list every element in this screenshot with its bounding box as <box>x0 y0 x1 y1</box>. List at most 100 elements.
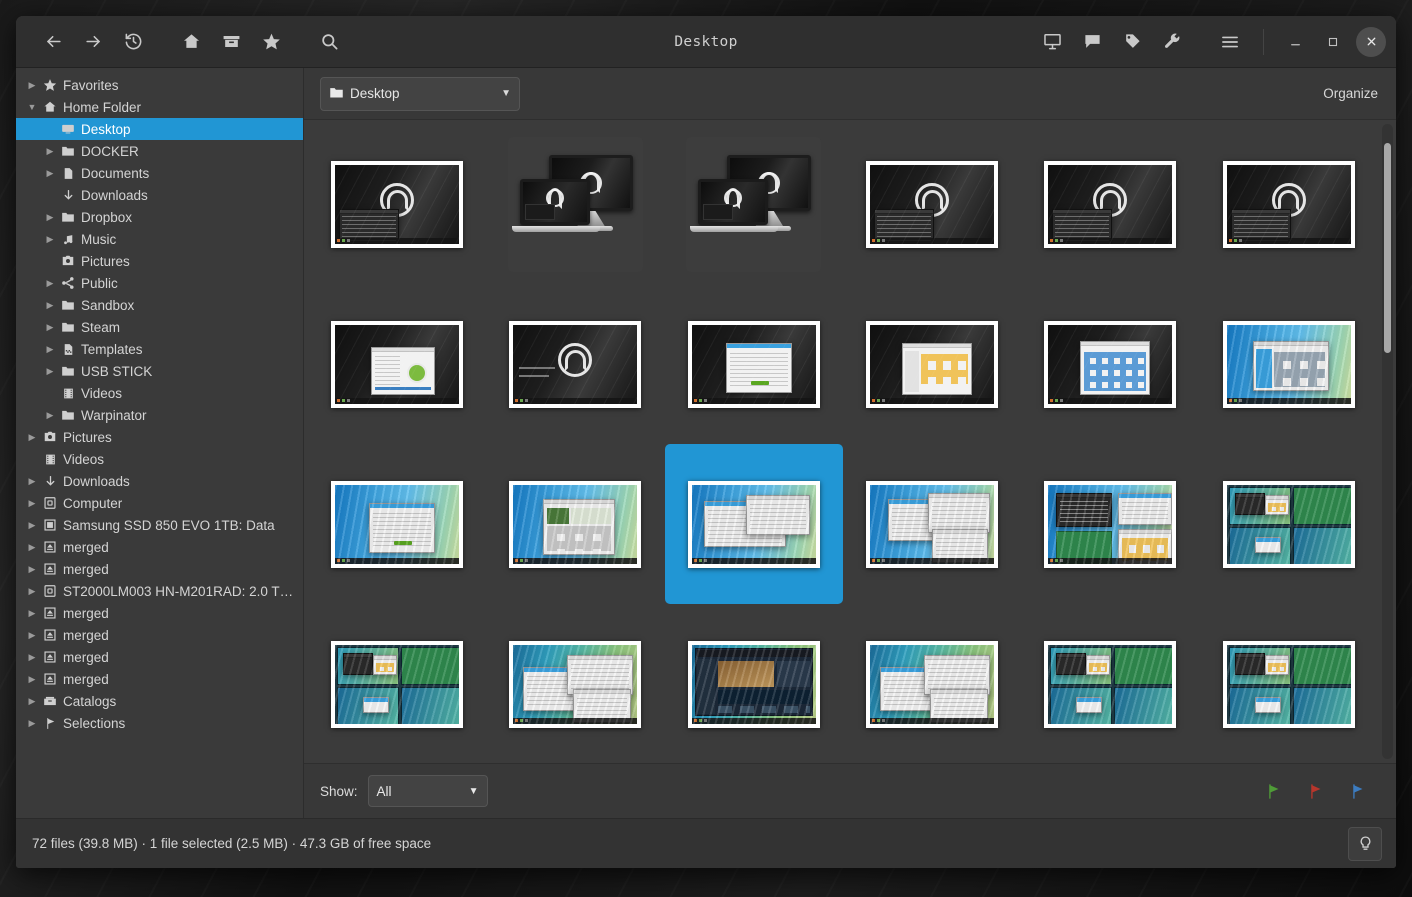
menu-icon[interactable] <box>1211 23 1249 61</box>
tag-icon[interactable] <box>1113 23 1151 61</box>
minimize-button[interactable] <box>1280 27 1310 57</box>
chevron-right-icon[interactable]: ▶ <box>24 432 40 443</box>
sidebar-item-computer[interactable]: ▶ Computer <box>16 492 303 514</box>
thumbnail-15[interactable] <box>664 444 843 604</box>
chevron-right-icon[interactable]: ▶ <box>24 652 40 663</box>
comment-icon[interactable] <box>1073 23 1111 61</box>
thumbnail-11[interactable] <box>1021 284 1199 444</box>
sidebar-item-merged[interactable]: ▶ merged <box>16 624 303 646</box>
back-icon[interactable] <box>34 23 72 61</box>
green-flag[interactable] <box>1262 780 1284 802</box>
chevron-right-icon[interactable]: ▶ <box>24 80 40 91</box>
thumbnail-1[interactable] <box>308 124 486 284</box>
sidebar-item-desktop[interactable]: ▶Desktop <box>16 118 303 140</box>
thumbnail-4[interactable] <box>843 124 1021 284</box>
chevron-right-icon[interactable]: ▶ <box>24 608 40 619</box>
search-icon[interactable] <box>310 23 348 61</box>
sidebar-item-merged[interactable]: ▶ merged <box>16 536 303 558</box>
blue-flag[interactable] <box>1346 780 1368 802</box>
chevron-right-icon[interactable]: ▶ <box>42 278 58 289</box>
chevron-right-icon[interactable]: ▶ <box>24 520 40 531</box>
sidebar-item-videos[interactable]: ▶Videos <box>16 448 303 470</box>
chevron-right-icon[interactable]: ▶ <box>42 366 58 377</box>
sidebar-item-sandbox[interactable]: ▶ Sandbox <box>16 294 303 316</box>
thumbnail-10[interactable] <box>843 284 1021 444</box>
thumbnail-7[interactable] <box>308 284 486 444</box>
chevron-right-icon[interactable]: ▶ <box>24 542 40 553</box>
sidebar-item-merged[interactable]: ▶ merged <box>16 558 303 580</box>
sidebar-item-music[interactable]: ▶ Music <box>16 228 303 250</box>
sidebar-item-merged[interactable]: ▶ merged <box>16 646 303 668</box>
chevron-right-icon[interactable]: ▶ <box>24 696 40 707</box>
folder-selector[interactable]: Desktop ▼ <box>320 76 520 111</box>
forward-icon[interactable] <box>74 23 112 61</box>
chevron-right-icon[interactable]: ▶ <box>42 344 58 355</box>
wrench-icon[interactable] <box>1153 23 1191 61</box>
history-icon[interactable] <box>114 23 152 61</box>
organize-button[interactable]: Organize <box>1323 86 1378 101</box>
chevron-right-icon[interactable]: ▶ <box>42 410 58 421</box>
chevron-right-icon[interactable]: ▶ <box>42 146 58 157</box>
red-flag[interactable] <box>1304 780 1326 802</box>
sidebar-item-warpinator[interactable]: ▶ Warpinator <box>16 404 303 426</box>
sidebar-item-documents[interactable]: ▶ Documents <box>16 162 303 184</box>
sidebar-item-selections[interactable]: ▶ Selections <box>16 712 303 734</box>
chevron-right-icon[interactable]: ▶ <box>42 212 58 223</box>
thumbnail-14[interactable] <box>486 444 664 604</box>
thumbnail-6[interactable] <box>1200 124 1378 284</box>
chevron-down-icon[interactable]: ▼ <box>24 102 40 112</box>
chevron-right-icon[interactable]: ▶ <box>24 674 40 685</box>
archive-icon[interactable] <box>212 23 250 61</box>
lightbulb-icon[interactable] <box>1348 826 1382 861</box>
chevron-right-icon[interactable]: ▶ <box>24 476 40 487</box>
sidebar-item-downloads[interactable]: ▶Downloads <box>16 470 303 492</box>
thumbnail-13[interactable] <box>308 444 486 604</box>
thumbnail-3[interactable] <box>665 124 843 284</box>
sidebar-item-samsung-ssd-850-evo-1tb-data[interactable]: ▶ Samsung SSD 850 EVO 1TB: Data <box>16 514 303 536</box>
sidebar-item-dropbox[interactable]: ▶ Dropbox <box>16 206 303 228</box>
chevron-right-icon[interactable]: ▶ <box>24 498 40 509</box>
thumbnail-5[interactable] <box>1021 124 1199 284</box>
sidebar-item-videos[interactable]: ▶Videos <box>16 382 303 404</box>
chevron-right-icon[interactable]: ▶ <box>42 322 58 333</box>
sidebar-item-merged[interactable]: ▶ merged <box>16 668 303 690</box>
thumbnail-24[interactable] <box>1200 604 1378 763</box>
thumbnail-2[interactable] <box>486 124 664 284</box>
places-sidebar[interactable]: ▶Favorites▼Home Folder▶Desktop▶DOCKER▶Do… <box>16 68 304 818</box>
sidebar-item-downloads[interactable]: ▶Downloads <box>16 184 303 206</box>
sidebar-item-home-folder[interactable]: ▼ Home Folder <box>16 96 303 118</box>
sidebar-item-pictures[interactable]: ▶Pictures <box>16 426 303 448</box>
sidebar-item-catalogs[interactable]: ▶ Catalogs <box>16 690 303 712</box>
chevron-right-icon[interactable]: ▶ <box>42 234 58 245</box>
sidebar-item-favorites[interactable]: ▶ Favorites <box>16 74 303 96</box>
thumbnail-22[interactable] <box>843 604 1021 763</box>
presentation-icon[interactable] <box>1033 23 1071 61</box>
vertical-scrollbar[interactable] <box>1382 124 1393 759</box>
thumbnail-18[interactable] <box>1200 444 1378 604</box>
sidebar-item-usb-stick[interactable]: ▶ USB STICK <box>16 360 303 382</box>
thumbnail-9[interactable] <box>665 284 843 444</box>
chevron-right-icon[interactable]: ▶ <box>24 718 40 729</box>
thumbnail-20[interactable] <box>486 604 664 763</box>
thumbnail-12[interactable] <box>1200 284 1378 444</box>
thumbnail-17[interactable] <box>1021 444 1199 604</box>
home-icon[interactable] <box>172 23 210 61</box>
sidebar-item-public[interactable]: ▶ Public <box>16 272 303 294</box>
sidebar-item-pictures[interactable]: ▶Pictures <box>16 250 303 272</box>
scrollbar-thumb[interactable] <box>1384 143 1391 353</box>
chevron-right-icon[interactable]: ▶ <box>42 168 58 179</box>
thumbnail-16[interactable] <box>843 444 1021 604</box>
sidebar-item-st2000lm003-hn-m201rad-2-0-tb[interactable]: ▶ ST2000LM003 HN-M201RAD: 2.0 TB … <box>16 580 303 602</box>
sidebar-item-docker[interactable]: ▶ DOCKER <box>16 140 303 162</box>
chevron-right-icon[interactable]: ▶ <box>24 564 40 575</box>
sidebar-item-merged[interactable]: ▶ merged <box>16 602 303 624</box>
maximize-button[interactable] <box>1318 27 1348 57</box>
star-icon[interactable] <box>252 23 290 61</box>
chevron-right-icon[interactable]: ▶ <box>24 586 40 597</box>
thumbnail-8[interactable] <box>486 284 664 444</box>
thumbnail-grid[interactable] <box>304 120 1378 763</box>
sidebar-item-templates[interactable]: ▶ Templates <box>16 338 303 360</box>
chevron-right-icon[interactable]: ▶ <box>24 630 40 641</box>
thumbnail-19[interactable] <box>308 604 486 763</box>
filter-selector[interactable]: All ▼ <box>367 775 488 807</box>
